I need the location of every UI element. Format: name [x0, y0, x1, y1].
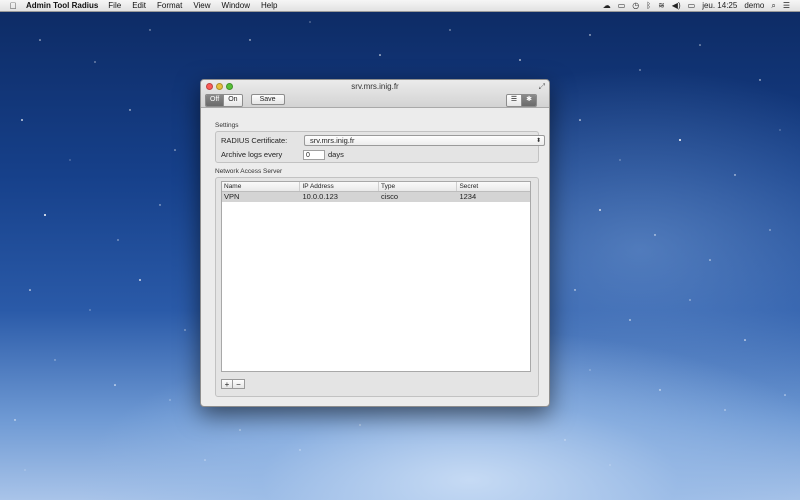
- archive-days-input[interactable]: 0: [303, 150, 325, 160]
- cell-ip[interactable]: 10.0.0.123: [300, 192, 378, 202]
- view-toggle: ☰ ✱: [505, 94, 537, 107]
- settings-box: RADIUS Certificate: srv.mrs.inig.fr ⬍ Ar…: [215, 131, 545, 163]
- apple-menu-icon[interactable]: : [0, 1, 26, 11]
- menu-window[interactable]: Window: [222, 1, 250, 10]
- menu-edit[interactable]: Edit: [132, 1, 146, 10]
- menu-view[interactable]: View: [193, 1, 210, 10]
- remove-row-button[interactable]: −: [233, 379, 245, 389]
- menu-app-name[interactable]: Admin Tool Radius: [26, 1, 98, 10]
- add-row-button[interactable]: +: [221, 379, 233, 389]
- table-header: Name IP Address Type Secret: [222, 182, 530, 192]
- status-tray: ☁ ▭ ◷ ᛒ ≋ ◀) ▭ jeu. 14:25 demo ⌕ ☰: [603, 1, 800, 11]
- wifi-icon[interactable]: ≋: [658, 1, 665, 10]
- fullscreen-icon[interactable]: ⤢: [539, 82, 545, 92]
- settings-section-label: Settings: [215, 122, 239, 129]
- save-button[interactable]: Save: [250, 94, 285, 105]
- row-buttons: + −: [221, 379, 245, 389]
- bluetooth-icon[interactable]: ᛒ: [646, 1, 651, 10]
- title-bar[interactable]: srv.mrs.inig.fr ⤢ Off On Save ☰ ✱: [201, 80, 549, 108]
- time-machine-icon[interactable]: ◷: [632, 1, 639, 10]
- user-name[interactable]: demo: [744, 1, 764, 10]
- power-toggle: Off On: [205, 94, 243, 107]
- menu-bar:  Admin Tool Radius File Edit Format Vie…: [0, 0, 800, 12]
- spotlight-icon[interactable]: ⌕: [771, 1, 775, 11]
- toolbar: Off On Save: [205, 94, 285, 107]
- table-row[interactable]: VPN 10.0.0.123 cisco 1234: [222, 192, 530, 202]
- certificate-value: srv.mrs.inig.fr: [310, 136, 355, 145]
- off-button[interactable]: Off: [206, 95, 224, 106]
- menu-format[interactable]: Format: [157, 1, 182, 10]
- cloud-icon[interactable]: ☁: [603, 1, 611, 10]
- window-title: srv.mrs.inig.fr: [351, 82, 399, 91]
- column-header-ip[interactable]: IP Address: [300, 182, 379, 191]
- battery-icon[interactable]: ▭: [688, 1, 696, 10]
- volume-icon[interactable]: ◀): [672, 1, 681, 10]
- nas-section-label: Network Access Server: [215, 168, 283, 175]
- cell-type[interactable]: cisco: [379, 192, 457, 202]
- chevron-updown-icon: ⬍: [535, 138, 541, 144]
- column-header-type[interactable]: Type: [379, 182, 458, 191]
- column-header-secret[interactable]: Secret: [457, 182, 530, 191]
- menu-file[interactable]: File: [108, 1, 121, 10]
- nas-table: Name IP Address Type Secret VPN 10.0.0.1…: [221, 181, 531, 372]
- settings-view-icon[interactable]: ✱: [521, 95, 536, 106]
- archive-unit: days: [328, 150, 344, 159]
- clock[interactable]: jeu. 14:25: [702, 1, 737, 10]
- app-window: srv.mrs.inig.fr ⤢ Off On Save ☰ ✱ Settin…: [200, 79, 550, 407]
- on-button[interactable]: On: [223, 95, 242, 106]
- column-header-name[interactable]: Name: [222, 182, 301, 191]
- screen-icon[interactable]: ▭: [618, 1, 626, 10]
- archive-label: Archive logs every: [221, 150, 283, 159]
- cell-secret[interactable]: 1234: [457, 192, 530, 202]
- notification-center-icon[interactable]: ☰: [783, 1, 790, 10]
- certificate-select[interactable]: srv.mrs.inig.fr ⬍: [304, 135, 545, 146]
- list-view-icon[interactable]: ☰: [506, 95, 522, 106]
- menu-help[interactable]: Help: [261, 1, 277, 10]
- certificate-label: RADIUS Certificate:: [221, 136, 288, 145]
- cell-name[interactable]: VPN: [222, 192, 300, 202]
